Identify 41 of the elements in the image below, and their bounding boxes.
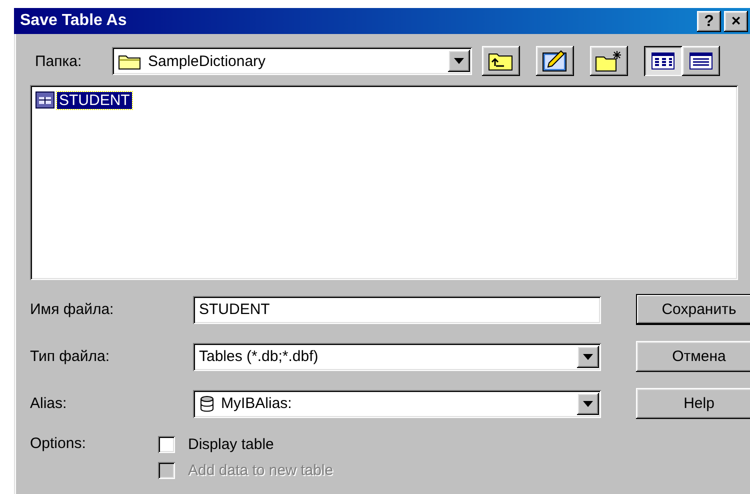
- dropdown-button[interactable]: [577, 346, 599, 368]
- file-type-dropdown[interactable]: Tables (*.db;*.dbf): [193, 342, 601, 370]
- file-name-field[interactable]: STUDENT: [193, 296, 601, 324]
- save-button[interactable]: Сохранить: [636, 294, 750, 325]
- pencil-icon: [542, 50, 568, 72]
- checkbox[interactable]: [158, 436, 175, 452]
- file-name-value: STUDENT: [199, 301, 271, 318]
- close-button[interactable]: ×: [724, 10, 748, 32]
- list-view-icon: [651, 52, 675, 70]
- cancel-button[interactable]: Отмена: [636, 341, 750, 372]
- alias-value: MyIBAlias:: [221, 395, 293, 412]
- details-view-icon: [689, 52, 713, 70]
- folder-name: SampleDictionary: [148, 52, 267, 70]
- help-button[interactable]: Help: [636, 388, 750, 419]
- folder-label: Папка:: [34, 52, 83, 70]
- up-folder-icon: [488, 51, 514, 71]
- window-title: Save Table As: [20, 12, 128, 30]
- desktop-button[interactable]: [536, 46, 574, 76]
- folder-dropdown[interactable]: SampleDictionary: [112, 47, 472, 75]
- caret-icon: [583, 400, 593, 406]
- new-folder-icon: [595, 50, 623, 72]
- up-folder-button[interactable]: [482, 46, 520, 76]
- alias-dropdown[interactable]: MyIBAlias:: [193, 390, 601, 418]
- file-item[interactable]: STUDENT: [57, 92, 132, 108]
- dropdown-button[interactable]: [577, 392, 599, 414]
- alias-label: Alias:: [30, 395, 68, 412]
- help-button[interactable]: ?: [697, 10, 721, 32]
- new-folder-button[interactable]: [590, 46, 628, 76]
- details-view-button[interactable]: [682, 46, 720, 76]
- dropdown-button[interactable]: [448, 50, 470, 72]
- file-type-label: Тип файла:: [30, 348, 110, 365]
- caret-icon: [454, 58, 464, 64]
- checkbox-label: Add data to new table: [188, 462, 334, 478]
- file-type-value: Tables (*.db;*.dbf): [199, 348, 320, 365]
- checkbox-label: Display table: [188, 436, 274, 452]
- options-label: Options:: [30, 434, 87, 454]
- database-icon: [199, 394, 215, 412]
- caret-icon: [583, 354, 593, 360]
- file-name-label: Имя файла:: [30, 301, 115, 318]
- table-file-icon: [35, 91, 55, 109]
- list-view-button[interactable]: [644, 46, 682, 76]
